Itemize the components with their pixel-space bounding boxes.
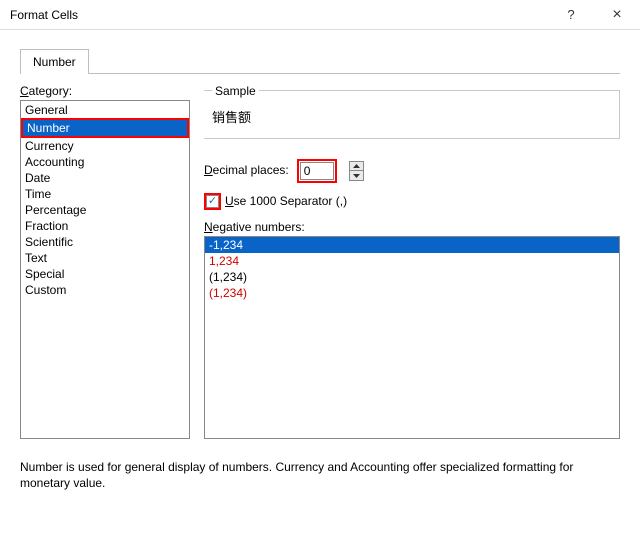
category-item[interactable]: General: [21, 102, 189, 118]
negative-item[interactable]: (1,234): [205, 269, 619, 285]
negative-item[interactable]: -1,234: [205, 237, 619, 253]
thousand-separator-label[interactable]: Use 1000 Separator (,): [225, 194, 347, 208]
category-item[interactable]: Text: [21, 250, 189, 266]
close-button[interactable]: ×: [594, 0, 640, 30]
category-label: Category:: [20, 84, 190, 98]
sample-legend: Sample: [212, 84, 259, 98]
negative-item[interactable]: (1,234): [205, 285, 619, 301]
window-title: Format Cells: [10, 8, 548, 22]
thousand-separator-row: ✓ Use 1000 Separator (,): [204, 193, 620, 210]
negative-item[interactable]: 1,234: [205, 253, 619, 269]
category-item[interactable]: Percentage: [21, 202, 189, 218]
decimal-places-row: Decimal places:: [204, 159, 620, 183]
help-button[interactable]: ?: [548, 0, 594, 30]
category-list[interactable]: GeneralNumberCurrencyAccountingDateTimeP…: [20, 100, 190, 439]
dialog-content: Number Category: GeneralNumberCurrencyAc…: [0, 30, 640, 510]
titlebar: Format Cells ? ×: [0, 0, 640, 30]
sample-group: Sample 销售额: [204, 84, 620, 145]
decimal-places-label: Decimal places:: [204, 163, 289, 177]
spinner-up-button[interactable]: [349, 161, 364, 171]
sample-value: 销售额: [204, 90, 620, 139]
category-item[interactable]: Special: [21, 266, 189, 282]
tab-strip: Number: [20, 48, 620, 74]
category-item[interactable]: Fraction: [21, 218, 189, 234]
thousand-separator-checkbox[interactable]: ✓: [206, 195, 219, 208]
category-item[interactable]: Time: [21, 186, 189, 202]
decimal-spinner: [349, 161, 364, 181]
negative-numbers-list[interactable]: -1,2341,234(1,234)(1,234): [204, 236, 620, 439]
category-item[interactable]: Date: [21, 170, 189, 186]
decimal-places-highlight: [297, 159, 337, 183]
settings-panel: Sample 销售额 Decimal places:: [204, 84, 620, 439]
negative-numbers-label: Negative numbers:: [204, 220, 620, 234]
category-item[interactable]: Accounting: [21, 154, 189, 170]
decimal-places-input[interactable]: [300, 162, 334, 180]
spinner-down-button[interactable]: [349, 171, 364, 181]
tab-number[interactable]: Number: [20, 49, 89, 74]
category-panel: Category: GeneralNumberCurrencyAccountin…: [20, 84, 190, 439]
category-item[interactable]: Number: [21, 118, 189, 138]
category-item[interactable]: Currency: [21, 138, 189, 154]
category-item[interactable]: Scientific: [21, 234, 189, 250]
thousand-separator-highlight: ✓: [204, 193, 221, 210]
category-item[interactable]: Custom: [21, 282, 189, 298]
format-description: Number is used for general display of nu…: [20, 459, 620, 491]
